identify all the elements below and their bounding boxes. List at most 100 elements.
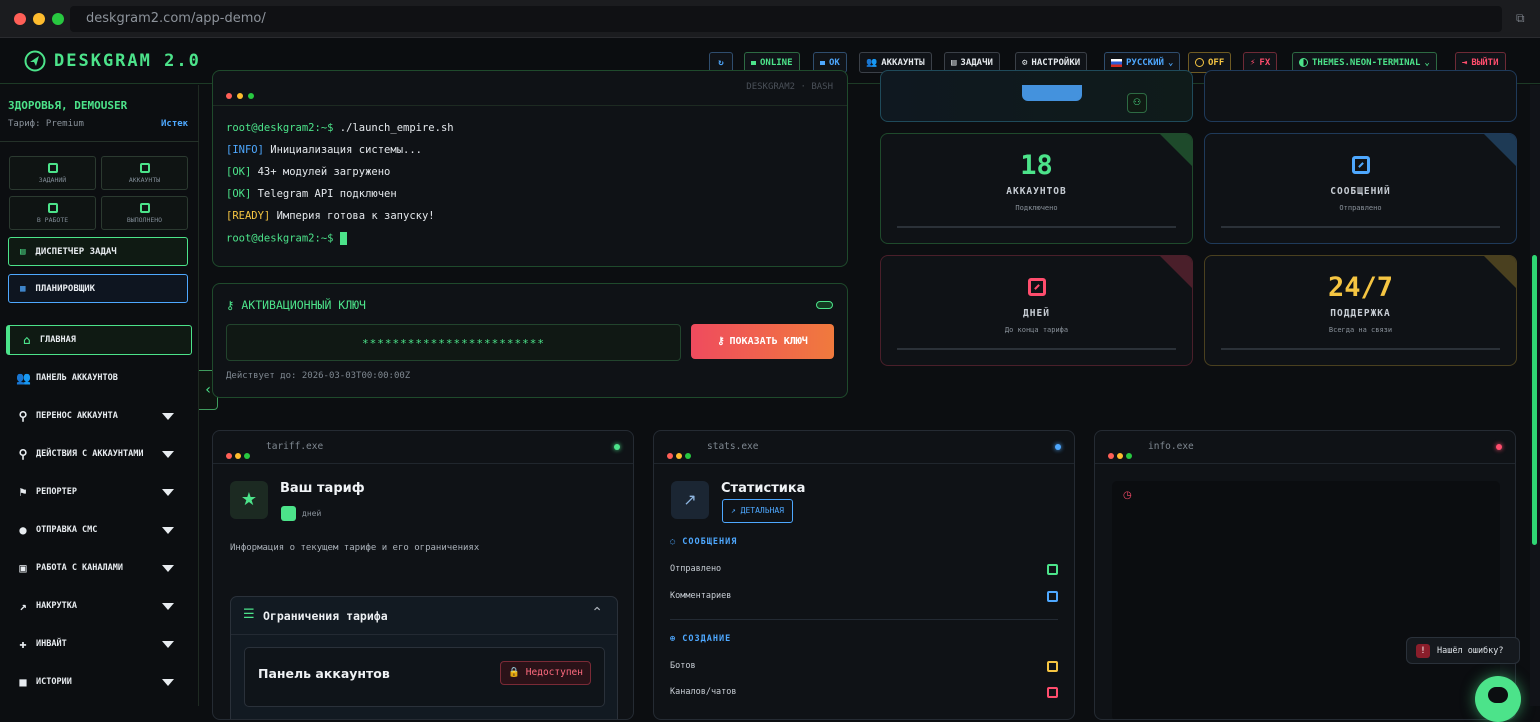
status-dot-icon <box>751 60 756 65</box>
minimize-window-button[interactable] <box>33 13 45 25</box>
status-led <box>1496 444 1502 450</box>
window-header: stats.exe <box>654 431 1074 464</box>
external-link-icon[interactable]: ⧉ <box>1516 11 1530 25</box>
stat-sub: До конца тарифа <box>1004 326 1069 334</box>
scrollbar[interactable] <box>1530 85 1540 706</box>
star-icon: ★ <box>230 481 268 519</box>
chevron-down-icon <box>162 679 174 686</box>
scrollbar-thumb[interactable] <box>1532 255 1537 545</box>
nav-label: ДЕЙСТВИЯ С АККАУНТАМИ <box>36 449 144 459</box>
tariff-description: Информация о текущем тарифе и его ограни… <box>230 543 480 553</box>
stat-label: ДНЕЙ <box>1023 308 1050 319</box>
comments-label: Комментариев <box>670 591 732 601</box>
window-header: info.exe <box>1095 431 1515 464</box>
off-label: OFF <box>1208 57 1225 68</box>
nav-label: ИНВАЙТ <box>36 639 67 649</box>
stat-label: ЗАДАНИЙ <box>38 176 67 184</box>
dispatcher-label: ДИСПЕТЧЕР ЗАДАЧ <box>35 246 117 257</box>
bug-report-button[interactable]: ! Нашёл ошибку? <box>1406 637 1520 664</box>
clipboard-icon: ▤ <box>20 246 26 257</box>
show-key-label: ПОКАЗАТЬ КЛЮЧ <box>729 336 808 347</box>
activation-key-field[interactable]: ************************ <box>226 324 681 361</box>
sidebar-item-sms[interactable]: ● ОТПРАВКА СМС <box>6 515 192 545</box>
sidebar-item-account-actions[interactable]: ⚲ ДЕЙСТВИЯ С АККАУНТАМИ <box>6 439 192 469</box>
stat-card-support: 24/7 ПОДДЕРЖКА Всегда на связи <box>1204 255 1517 366</box>
activation-title: ⚷ АКТИВАЦИОННЫЙ КЛЮЧ <box>226 298 366 312</box>
terminal-panel: DESKGRAM2 · BASH root@deskgram2:~$ ./lau… <box>212 70 848 267</box>
task-dispatcher-button[interactable]: ▤ ДИСПЕТЧЕР ЗАДАЧ <box>8 237 188 266</box>
chat-icon: ● <box>19 523 27 537</box>
key-icon: ⚷ <box>226 298 242 312</box>
stat-label: АККАУНТЫ <box>128 176 161 184</box>
terminal-line: [OK] 43+ модулей загружено <box>226 166 391 178</box>
divider <box>213 105 847 106</box>
stat-label: СООБЩЕНИЙ <box>1330 186 1391 197</box>
sidebar-item-channels[interactable]: ▣ РАБОТА С КАНАЛАМИ <box>6 553 192 583</box>
logout-icon: ⇥ <box>1462 57 1468 68</box>
stat-value: 24/7 <box>1327 272 1394 303</box>
user-minus-icon: ⚲ <box>18 447 28 461</box>
users-icon: 👥 <box>16 371 31 385</box>
greeting: ЗДОРОВЬЯ, DEMOUSER <box>8 99 128 112</box>
tasks-label: ЗАДАЧИ <box>960 57 993 68</box>
sidebar-item-account-transfer[interactable]: ⚲ ПЕРЕНОС АККАУНТА <box>6 401 192 431</box>
briefcase-icon: ▣ <box>19 561 27 575</box>
show-key-button[interactable]: ⚷ ПОКАЗАТЬ КЛЮЧ <box>691 324 834 359</box>
limits-header[interactable]: ☰ Ограничения тарифа ⌃ <box>231 597 617 635</box>
nav-label: НАКРУТКА <box>36 601 77 611</box>
chat-fab-button[interactable] <box>1475 676 1521 722</box>
stat-sub: Подключено <box>1015 204 1058 212</box>
stat-tasks: ЗАДАНИЙ <box>9 156 96 190</box>
tariff-window: tariff.exe ★ Ваш тариф дней Информация о… <box>212 430 634 720</box>
scheduler-button[interactable]: ▦ ПЛАНИРОВЩИК <box>8 274 188 303</box>
toggle-switch[interactable] <box>816 301 833 309</box>
bug-report-label: Нашёл ошибку? <box>1437 645 1504 656</box>
chevron-down-icon <box>162 413 174 420</box>
statistics-title: Статистика <box>721 481 806 496</box>
stat-card-messages: СООБЩЕНИЙ Отправлено <box>1204 133 1517 244</box>
value-icon <box>139 203 150 213</box>
sidebar-item-invite[interactable]: ✚ ИНВАЙТ <box>6 629 192 659</box>
sidebar-item-home[interactable]: ⌂ ГЛАВНАЯ <box>6 325 192 355</box>
sidebar: ЗДОРОВЬЯ, DEMOUSER Тариф: Premium Истек … <box>0 85 199 706</box>
terminal-line: [OK] Telegram API подключен <box>226 188 397 200</box>
russian-flag-icon <box>1111 58 1122 67</box>
progress-bar <box>1221 348 1500 350</box>
chevron-down-icon <box>162 489 174 496</box>
sidebar-item-boost[interactable]: ↗ НАКРУТКА <box>6 591 192 621</box>
nav-label: ОТПРАВКА СМС <box>36 525 98 535</box>
stat-label: В РАБОТЕ <box>36 216 69 224</box>
refresh-icon: ↻ <box>718 57 724 68</box>
browser-chrome: deskgram2.com/app-demo/ ⧉ <box>0 0 1540 38</box>
app-logo[interactable]: DESKGRAM 2.0 <box>24 50 201 72</box>
chevron-down-icon <box>162 603 174 610</box>
value-icon <box>1351 156 1370 174</box>
home-icon: ⌂ <box>23 333 31 347</box>
window-title: info.exe <box>1148 441 1194 452</box>
sidebar-item-stories[interactable]: ■ ИСТОРИИ <box>6 667 192 697</box>
sidebar-item-reporter[interactable]: ⚑ РЕПОРТЕР <box>6 477 192 507</box>
progress-bar <box>1221 226 1500 228</box>
chat-icon: ◌ <box>670 537 683 547</box>
chevron-down-icon: ⌄ <box>1424 57 1430 68</box>
plan-status-link[interactable]: Истек <box>161 119 188 129</box>
fx-label: FX <box>1259 57 1271 68</box>
stat-sub: Всегда на связи <box>1328 326 1393 334</box>
chevron-left-icon: ‹ <box>205 382 211 398</box>
bolt-icon: ⚡ <box>1250 57 1256 68</box>
users-icon: 👥 <box>866 57 878 68</box>
detailed-button[interactable]: ↗ ДЕТАЛЬНАЯ <box>722 499 793 523</box>
stat-value <box>881 272 1192 303</box>
value-icon <box>281 506 296 521</box>
users-icon: ⚇ <box>1127 93 1147 113</box>
maximize-window-button[interactable] <box>52 13 64 25</box>
window-header: tariff.exe <box>213 431 633 464</box>
stat-card-days: ДНЕЙ До конца тарифа <box>880 255 1193 366</box>
address-bar[interactable]: deskgram2.com/app-demo/ <box>70 6 1502 32</box>
camera-icon: ■ <box>19 675 27 689</box>
chevron-down-icon <box>162 641 174 648</box>
close-window-button[interactable] <box>14 13 26 25</box>
progress-bar <box>897 226 1176 228</box>
sidebar-item-accounts-panel[interactable]: 👥 ПАНЕЛЬ АККАУНТОВ <box>6 363 192 393</box>
user-plus-icon: ✚ <box>19 637 27 651</box>
